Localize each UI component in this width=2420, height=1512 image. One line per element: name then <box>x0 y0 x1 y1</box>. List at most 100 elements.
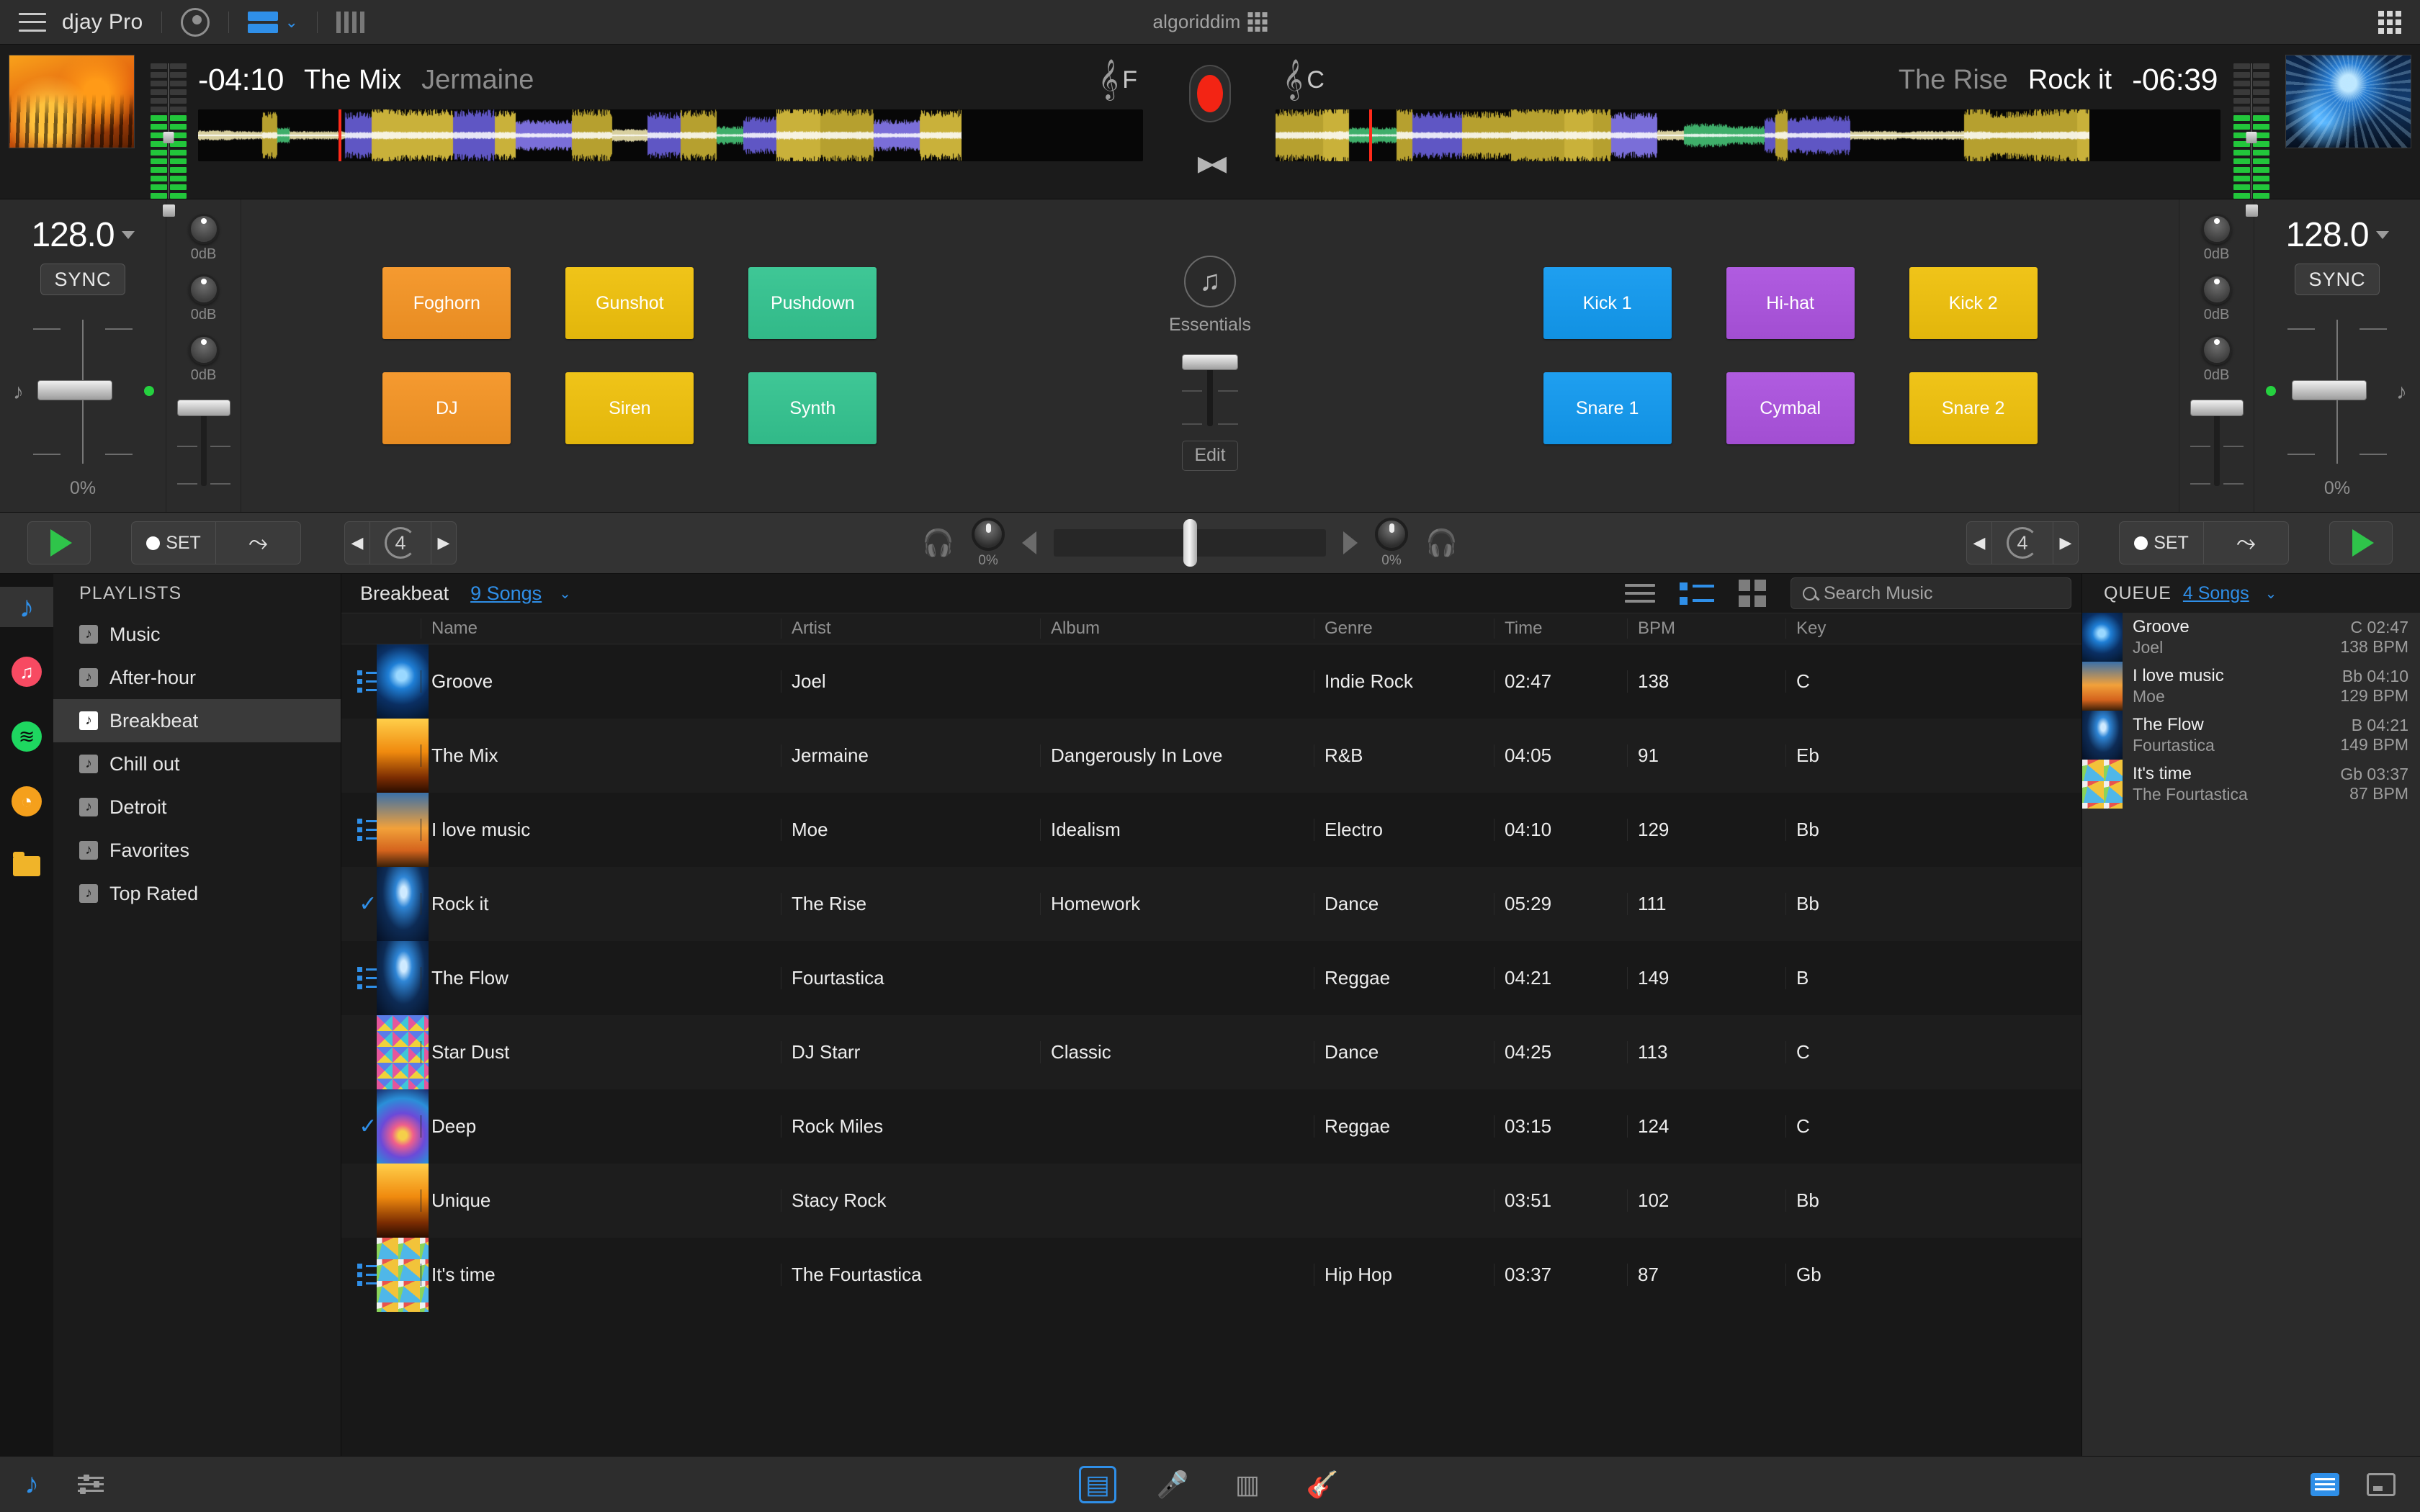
deck-right-pitch-fader[interactable]: ♪ <box>2266 320 2407 464</box>
source-history[interactable]: ◔ <box>0 781 53 822</box>
sample-pad-dj[interactable]: DJ <box>382 372 511 444</box>
playlist-item-detroit[interactable]: ♪ Detroit <box>53 786 341 829</box>
playlist-item-music[interactable]: ♪ Music <box>53 613 341 656</box>
loop-halve-button[interactable]: ◀ <box>344 521 370 564</box>
essentials-volume-fader[interactable] <box>1181 354 1238 426</box>
queue-item[interactable]: The Flow Fourtastica B 04:21 149 BPM <box>2082 711 2420 760</box>
table-row[interactable]: Groove Joel Indie Rock 02:47 138 C <box>341 644 2081 719</box>
deck-left-play-button[interactable] <box>27 521 91 564</box>
key-lock-icon[interactable]: ♪ <box>2396 380 2407 405</box>
table-row[interactable]: ✓ Deep Rock Miles Reggae 03:15 124 C <box>341 1089 2081 1164</box>
sample-pad-pushdown[interactable]: Pushdown <box>748 267 877 339</box>
grid-view-icon[interactable] <box>1739 580 1766 607</box>
key-lock-icon[interactable]: ♪ <box>13 380 24 405</box>
record-button[interactable] <box>1189 65 1231 122</box>
deck-left-sync-button[interactable]: SYNC <box>40 264 125 295</box>
sample-pad-kick-1[interactable]: Kick 1 <box>1543 267 1672 339</box>
table-row[interactable]: The Mix Jermaine Dangerously In Love R&B 04:… <box>341 719 2081 793</box>
sample-pad-cymbal[interactable]: Cymbal <box>1726 372 1855 444</box>
table-row[interactable]: I love music Moe Idealism Electro 04:10 129 Bb <box>341 793 2081 867</box>
grid-menu-icon[interactable] <box>2378 10 2401 34</box>
table-row[interactable]: ✓ Rock it The Rise Homework Dance 05:29 111 Bb <box>341 867 2081 941</box>
add-sample-icon[interactable]: ♫ <box>1183 255 1236 307</box>
deck-right-loop-button[interactable]: ⤳ <box>2204 521 2289 564</box>
source-spotify[interactable]: ≋ <box>0 716 53 757</box>
headphone-cue-left-icon[interactable]: 🎧 <box>922 528 954 558</box>
source-folders[interactable] <box>0 846 53 886</box>
deck-right-eq-low-knob[interactable] <box>2201 335 2232 365</box>
deck-right-cue-knob[interactable]: 0% <box>1375 517 1408 569</box>
deck-left-pitch-fader[interactable]: ♪ <box>13 320 154 464</box>
sample-pad-siren[interactable]: Siren <box>565 372 694 444</box>
deck-left-eq-mid-knob[interactable] <box>188 274 219 305</box>
search-input[interactable]: Search Music <box>1791 577 2071 609</box>
deck-left-eq-high-knob[interactable] <box>188 214 219 244</box>
source-apple-music[interactable]: ♫ <box>0 652 53 692</box>
fullscreen-icon[interactable] <box>2367 1472 2396 1496</box>
deck-left-loop-button[interactable]: ⤳ <box>216 521 301 564</box>
column-header-name[interactable]: Name <box>421 618 781 639</box>
deck-left-eq-low-knob[interactable] <box>188 335 219 365</box>
sample-pad-kick-2[interactable]: Kick 2 <box>1909 267 2038 339</box>
instruments-icon[interactable]: 🎸 <box>1304 1466 1341 1503</box>
deck-right-eq-high-knob[interactable] <box>2201 214 2232 244</box>
deck-left-set-button[interactable]: SET <box>131 521 216 564</box>
deck-right-eq-mid-knob[interactable] <box>2201 274 2232 305</box>
chevron-down-icon[interactable] <box>121 231 135 239</box>
sample-pad-foghorn[interactable]: Foghorn <box>382 267 511 339</box>
table-row[interactable]: Unique Stacy Rock 03:51 102 Bb <box>341 1164 2081 1238</box>
sample-pad-gunshot[interactable]: Gunshot <box>565 267 694 339</box>
queue-count[interactable]: 4 Songs <box>2183 583 2249 604</box>
headphone-cue-right-icon[interactable]: 🎧 <box>1425 528 1458 558</box>
queue-item[interactable]: I love music Moe Bb 04:10 129 BPM <box>2082 662 2420 711</box>
column-header-bpm[interactable]: BPM <box>1627 618 1785 639</box>
source-music-library[interactable]: ♪ <box>0 587 53 627</box>
detail-view-icon[interactable] <box>1680 582 1714 605</box>
deck-right-play-button[interactable] <box>2329 521 2393 564</box>
mixer-icon[interactable] <box>78 1475 104 1494</box>
playlist-item-top-rated[interactable]: ♪ Top Rated <box>53 872 341 915</box>
music-note-icon[interactable]: ♪ <box>24 1468 39 1500</box>
loop-double-button[interactable]: ▶ <box>2053 521 2079 564</box>
song-count[interactable]: 9 Songs <box>470 582 542 605</box>
column-header-time[interactable]: Time <box>1494 618 1627 639</box>
deck-right-sync-button[interactable]: SYNC <box>2295 264 2380 295</box>
deck-right-set-button[interactable]: SET <box>2119 521 2204 564</box>
sampler-icon[interactable]: ▥ <box>1229 1466 1266 1503</box>
deck-left-waveform[interactable] <box>198 109 1143 161</box>
column-header-genre[interactable]: Genre <box>1314 618 1494 639</box>
loop-double-button[interactable]: ▶ <box>431 521 457 564</box>
sample-pad-snare-2[interactable]: Snare 2 <box>1909 372 2038 444</box>
column-header-album[interactable]: Album <box>1040 618 1314 639</box>
crossfade-right-arrow[interactable] <box>1343 531 1358 554</box>
library-toggle-icon[interactable] <box>2311 1472 2339 1496</box>
hamburger-icon[interactable] <box>19 12 46 32</box>
chevron-down-icon[interactable]: ⌄ <box>284 13 297 32</box>
edit-button[interactable]: Edit <box>1181 440 1238 471</box>
chevron-down-icon[interactable] <box>2375 231 2389 239</box>
bars-icon[interactable] <box>336 11 364 33</box>
layout-icon[interactable] <box>248 11 279 33</box>
deck-left-volume-fader[interactable] <box>176 400 230 486</box>
sample-pad-synth[interactable]: Synth <box>748 372 877 444</box>
loop-size-display[interactable]: 4 <box>370 521 431 564</box>
crossfade-link-icon[interactable]: ▶◀ <box>1198 151 1227 176</box>
queue-item[interactable]: It's time The Fourtastica Gb 03:37 87 BPM <box>2082 760 2420 809</box>
table-row[interactable]: Star Dust DJ Starr Classic Dance 04:25 113 C <box>341 1015 2081 1089</box>
column-header-key[interactable]: Key <box>1785 618 1915 639</box>
crossfader[interactable] <box>1054 519 1326 567</box>
chevron-down-icon[interactable]: ⌄ <box>559 585 571 603</box>
deck-right-volume-fader[interactable] <box>2190 400 2244 486</box>
deck-right-waveform[interactable] <box>1276 109 2220 161</box>
crossfade-left-arrow[interactable] <box>1022 531 1036 554</box>
microphone-icon[interactable]: 🎤 <box>1154 1466 1191 1503</box>
sample-pad-snare-1[interactable]: Snare 1 <box>1543 372 1672 444</box>
library-icon[interactable]: ▤ <box>1079 1465 1116 1503</box>
playlist-item-chill-out[interactable]: ♪ Chill out <box>53 742 341 786</box>
playlist-item-favorites[interactable]: ♪ Favorites <box>53 829 341 872</box>
list-view-icon[interactable] <box>1625 584 1655 603</box>
table-row[interactable]: The Flow Fourtastica Reggae 04:21 149 B <box>341 941 2081 1015</box>
chevron-down-icon[interactable]: ⌄ <box>2265 585 2277 603</box>
sample-pad-hi-hat[interactable]: Hi-hat <box>1726 267 1855 339</box>
vinyl-icon[interactable] <box>181 7 210 37</box>
